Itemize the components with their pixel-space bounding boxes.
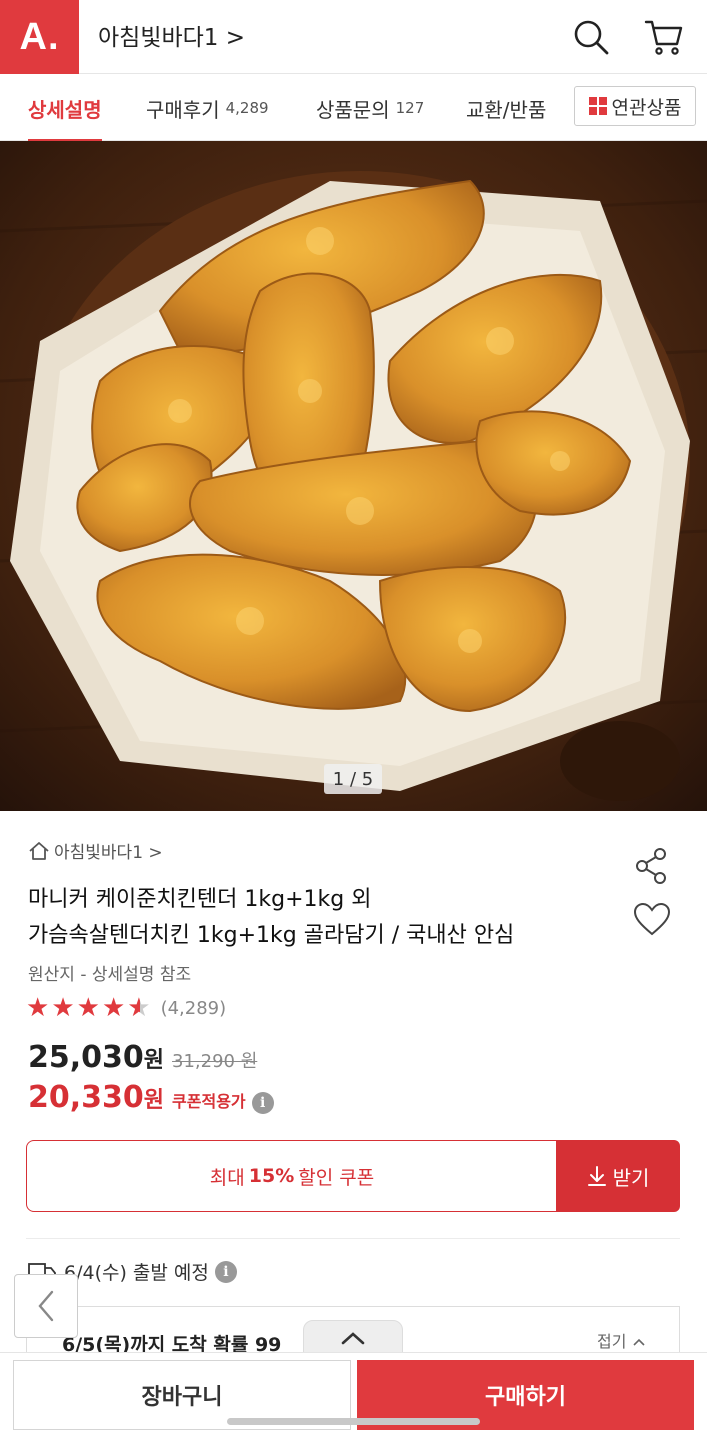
collapse-label: 접기 [597, 1332, 627, 1351]
star-icon: ★ [76, 993, 100, 1023]
image-page-counter: 1 / 5 [324, 764, 382, 794]
sale-price: 25,030 원 31,290 원 [28, 1040, 257, 1075]
tab-label: 상세설명 [28, 97, 102, 122]
scroll-up-button[interactable] [303, 1320, 403, 1356]
grid-icon [588, 97, 607, 115]
related-products-label: 연관상품 [611, 96, 682, 119]
star-icon: ★ [101, 993, 126, 1023]
tab-count: 127 [395, 99, 425, 117]
download-icon [587, 1166, 606, 1186]
store-name-link[interactable]: 아침빛바다1 > [98, 18, 245, 52]
coupon-price-unit: 원 [143, 1088, 165, 1113]
tab-reviews[interactable]: 구매후기 4,289 [146, 75, 269, 141]
chevron-left-icon [38, 1290, 54, 1322]
top-header: A. 아침빛바다1 > [0, 0, 707, 74]
cart-icon[interactable] [640, 14, 688, 60]
product-title: 마니커 케이준치킨텐더 1kg+1kg 외 가슴속살텐더치킨 1kg+1kg 골… [28, 882, 618, 954]
coupon-percent: 15% [248, 1165, 295, 1187]
wishlist-heart-icon[interactable] [632, 900, 672, 940]
coupon-suffix: 할인 쿠폰 [298, 1166, 375, 1189]
home-icon [29, 841, 49, 860]
coupon-download-button[interactable]: 받기 [556, 1140, 680, 1212]
departure-date: 6/4(수) 출발 예정 [64, 1262, 209, 1284]
product-title-line2: 가슴속살텐더치킨 1kg+1kg 골라담기 / 국내산 안심 [28, 923, 515, 948]
tab-exchange-return[interactable]: 교환/반품 [466, 75, 546, 141]
star-icon: ★ [26, 993, 50, 1023]
chevron-up-icon [632, 1338, 645, 1346]
share-icon[interactable] [632, 846, 672, 886]
tab-details[interactable]: 상세설명 [28, 75, 102, 142]
original-price: 31,290 원 [172, 1051, 258, 1072]
sale-price-unit: 원 [143, 1048, 165, 1073]
coupon-download-label: 받기 [612, 1165, 650, 1190]
rating-stars[interactable]: ★ ★ ★ ★ ★ (4,289) [26, 994, 226, 1022]
star-icon: ★ [51, 993, 75, 1023]
collapse-toggle[interactable]: 접기 [597, 1328, 646, 1352]
coupon-price-amount: 20,330 [28, 1080, 144, 1115]
chevron-up-icon [341, 1332, 365, 1345]
info-icon[interactable]: i [214, 1260, 237, 1283]
product-origin: 원산지 - 상세설명 참조 [28, 965, 192, 985]
coupon-price: 20,330 원 쿠폰적용가 i [28, 1080, 274, 1115]
related-products-button[interactable]: 연관상품 [574, 86, 696, 126]
product-image[interactable] [0, 141, 707, 811]
tab-count: 4,289 [225, 99, 269, 117]
coupon-prefix: 최대 [209, 1166, 245, 1189]
store-breadcrumb[interactable]: 아침빛바다1 > [28, 838, 163, 863]
coupon-price-tag: 쿠폰적용가 [172, 1092, 246, 1111]
fried-chicken-tenders-photo [0, 141, 707, 811]
product-title-line1: 마니커 케이준치킨텐더 1kg+1kg 외 [28, 887, 372, 912]
sale-price-amount: 25,030 [28, 1040, 144, 1075]
section-divider [26, 1238, 680, 1239]
tab-label: 상품문의 [316, 97, 390, 122]
breadcrumb-label: 아침빛바다1 > [54, 843, 163, 863]
search-icon[interactable] [568, 14, 614, 60]
home-indicator[interactable] [227, 1418, 480, 1425]
back-button[interactable] [14, 1274, 78, 1338]
coupon-banner[interactable]: 최대 15% 할인 쿠폰 [26, 1140, 558, 1212]
brand-logo[interactable]: A. [0, 0, 79, 74]
half-star-icon: ★ [127, 993, 151, 1023]
tab-label: 구매후기 [146, 97, 220, 122]
info-icon[interactable]: i [251, 1092, 274, 1114]
review-count: (4,289) [160, 997, 227, 1019]
tab-inquiries[interactable]: 상품문의 127 [316, 75, 424, 141]
tab-label: 교환/반품 [466, 97, 547, 122]
